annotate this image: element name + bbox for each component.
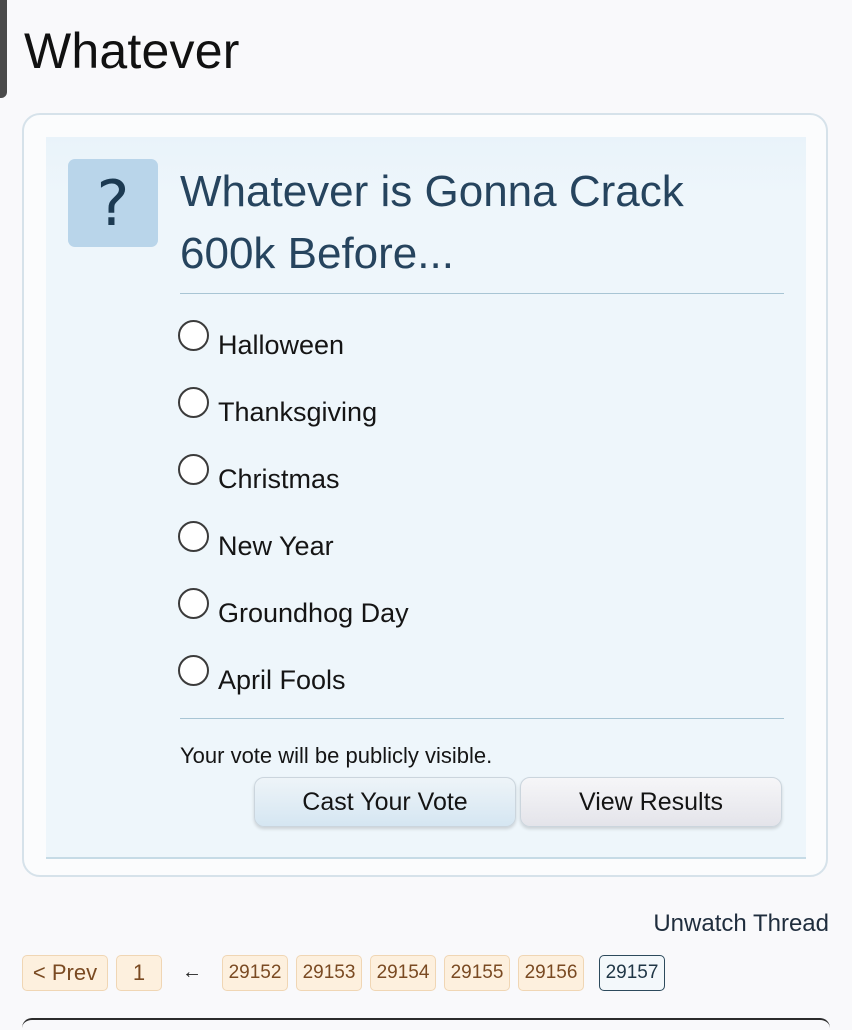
poll-option[interactable]: Thanksgiving [178, 374, 409, 441]
poll-question: Whatever is Gonna Crack 600k Before... [180, 167, 684, 278]
vote-visibility-note: Your vote will be publicly visible. [180, 743, 493, 768]
page-link-first[interactable]: 1 [116, 955, 162, 991]
poll-option-label[interactable]: April Fools [218, 665, 346, 696]
radio-button[interactable] [178, 521, 209, 552]
poll-options: Halloween Thanksgiving Christmas New Yea… [178, 307, 409, 709]
poll-option[interactable]: Halloween [178, 307, 409, 374]
current-page: 29157 [599, 955, 665, 991]
poll-card: ? Whatever is Gonna Crack 600k Before...… [22, 113, 828, 877]
poll-block: ? Whatever is Gonna Crack 600k Before...… [46, 137, 806, 859]
poll-option[interactable]: Groundhog Day [178, 575, 409, 642]
page-link[interactable]: 29152 [222, 955, 288, 991]
poll-option[interactable]: April Fools [178, 642, 409, 709]
page-link[interactable]: 29153 [296, 955, 362, 991]
unwatch-thread-link[interactable]: Unwatch Thread [653, 910, 829, 938]
question-mark-icon: ? [68, 159, 158, 247]
poll-option[interactable]: Christmas [178, 441, 409, 508]
prev-page-button[interactable]: < Prev [22, 955, 108, 991]
view-results-button[interactable]: View Results [520, 777, 782, 827]
radio-button[interactable] [178, 320, 209, 351]
radio-button[interactable] [178, 454, 209, 485]
divider [180, 718, 784, 719]
poll-option-label[interactable]: Thanksgiving [218, 397, 377, 428]
poll-option-label[interactable]: Halloween [218, 330, 344, 361]
poll-option-label[interactable]: Groundhog Day [218, 598, 409, 629]
side-tab-handle[interactable] [0, 0, 7, 98]
radio-button[interactable] [178, 588, 209, 619]
page-link[interactable]: 29155 [444, 955, 510, 991]
page-link[interactable]: 29154 [370, 955, 436, 991]
divider [180, 293, 784, 294]
page-title: Whatever [24, 23, 240, 79]
radio-button[interactable] [178, 655, 209, 686]
left-arrow-icon: ← [182, 961, 202, 983]
bottom-panel-edge [22, 1018, 830, 1030]
poll-option[interactable]: New Year [178, 508, 409, 575]
poll-option-label[interactable]: New Year [218, 531, 334, 562]
cast-vote-button[interactable]: Cast Your Vote [254, 777, 516, 827]
page-link[interactable]: 29156 [518, 955, 584, 991]
poll-option-label[interactable]: Christmas [218, 464, 340, 495]
radio-button[interactable] [178, 387, 209, 418]
